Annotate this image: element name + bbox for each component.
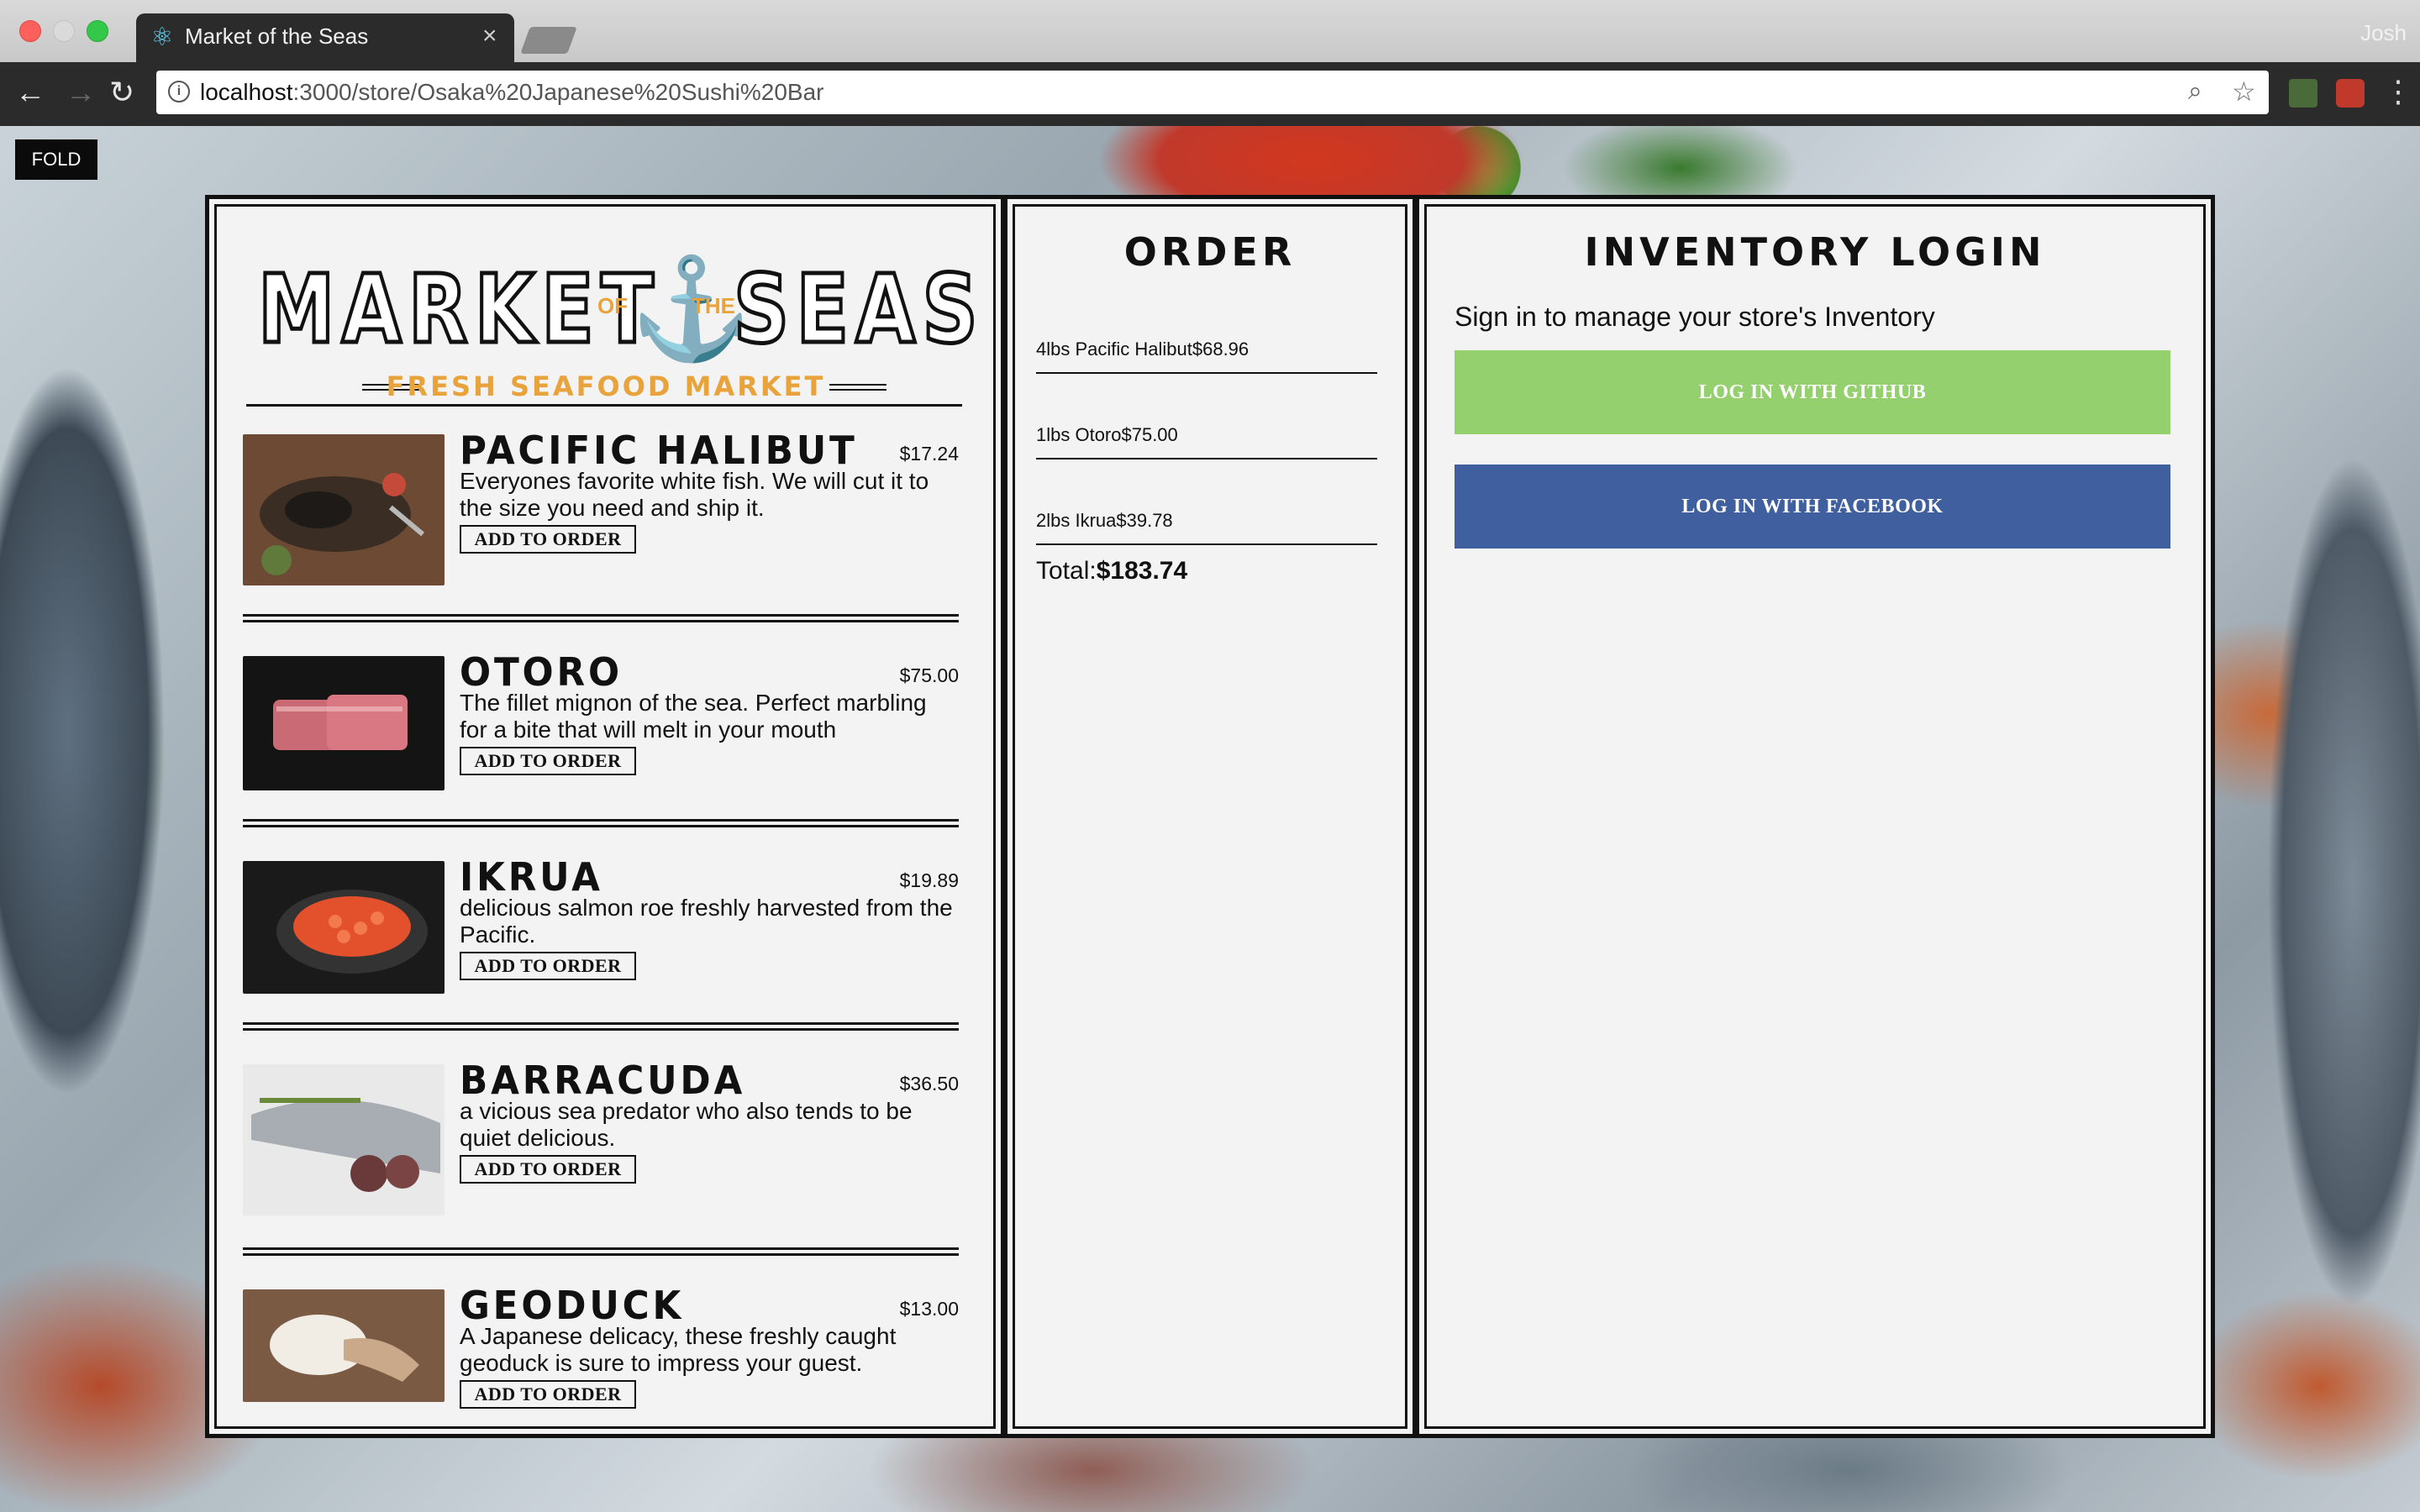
- fish-description: A Japanese delicacy, these freshly caugh…: [460, 1323, 897, 1376]
- tab-close-icon[interactable]: ×: [482, 22, 497, 50]
- inventory-panel: INVENTORY LOGIN Sign in to manage your s…: [1415, 195, 2215, 1438]
- menu-item: IKRUA $19.89 delicious salmon roe freshl…: [243, 854, 959, 994]
- fish-price: $75.00: [899, 664, 959, 686]
- url-text[interactable]: localhost:3000/store/Osaka%20Japanese%20…: [200, 79, 823, 106]
- item-divider: [243, 819, 959, 827]
- new-tab-button[interactable]: [520, 27, 577, 54]
- ikrua-photo: [243, 861, 445, 994]
- url-host: localhost: [200, 79, 293, 105]
- fish-description: Everyones favorite white fish. We will c…: [460, 468, 929, 521]
- maximize-window-button[interactable]: [87, 20, 108, 42]
- logo-the: THE: [692, 293, 735, 318]
- fish-description: The fillet mignon of the sea. Perfect ma…: [460, 690, 927, 743]
- otoro-photo: [243, 656, 445, 790]
- fish-description: a vicious sea predator who also tends to…: [460, 1098, 913, 1151]
- add-to-order-button[interactable]: ADD TO ORDER: [460, 525, 636, 554]
- order-total-value: $183.74: [1096, 557, 1188, 585]
- profile-name[interactable]: Josh: [2360, 20, 2407, 46]
- add-to-order-button[interactable]: ADD TO ORDER: [460, 1380, 636, 1409]
- barracuda-photo: [243, 1064, 445, 1215]
- menu-item: PACIFIC HALIBUT $17.24 Everyones favorit…: [243, 428, 959, 585]
- inventory-subtitle: Sign in to manage your store's Inventory: [1455, 302, 1935, 332]
- fish-price: $19.89: [899, 869, 959, 891]
- inventory-title: INVENTORY LOGIN: [1584, 229, 2046, 275]
- order-panel-border: [1013, 204, 1407, 1429]
- logo-rule-right: [829, 384, 886, 391]
- fish-name: IKRUA: [460, 854, 603, 900]
- menu-item: GEODUCK $13.00 A Japanese delicacy, thes…: [243, 1283, 959, 1409]
- url-path: :3000/store/Osaka%20Japanese%20Sushi%20B…: [292, 79, 824, 105]
- halibut-photo: [243, 434, 445, 585]
- back-arrow-icon[interactable]: ←: [15, 76, 45, 109]
- order-line-item: 1lbs Otoro$75.00: [1036, 409, 1377, 459]
- kebab-menu-icon[interactable]: ⋮: [2383, 74, 2413, 109]
- order-title: ORDER: [1123, 229, 1297, 275]
- order-line-text: 1lbs Otoro$75.00: [1036, 424, 1178, 445]
- order-line-item: 2lbs Ikrua$39.78: [1036, 495, 1377, 545]
- order-total-label: Total:: [1036, 557, 1097, 585]
- extension-icon[interactable]: [2289, 79, 2317, 108]
- add-to-order-button[interactable]: ADD TO ORDER: [460, 952, 636, 980]
- menu-panel: MARKET OF ⚓ THE SEAS FRESH SEAFOOD MARKE…: [205, 195, 1005, 1438]
- fish-description: delicious salmon roe freshly harvested f…: [460, 895, 953, 948]
- geoduck-photo: [243, 1289, 445, 1402]
- login-github-button[interactable]: LOG IN WITH GITHUB: [1455, 350, 2170, 434]
- logo-of: OF: [597, 293, 629, 318]
- react-icon: ⚛: [150, 24, 174, 51]
- order-panel: ORDER 4lbs Pacific Halibut$68.96 1lbs Ot…: [1003, 195, 1417, 1438]
- login-facebook-button[interactable]: LOG IN WITH FACEBOOK: [1455, 465, 2170, 549]
- fold-button[interactable]: FOLD: [15, 139, 97, 180]
- order-line-text: 4lbs Pacific Halibut$68.96: [1036, 339, 1249, 360]
- fish-price: $17.24: [899, 443, 959, 465]
- fish-name: BARRACUDA: [460, 1058, 746, 1103]
- item-divider: [243, 614, 959, 622]
- order-line-text: 2lbs Ikrua$39.78: [1036, 510, 1173, 531]
- tab-title: Market of the Seas: [185, 24, 369, 49]
- extension-avatar-icon[interactable]: [2336, 79, 2365, 108]
- close-window-button[interactable]: [19, 20, 41, 42]
- forward-arrow-icon[interactable]: →: [66, 76, 96, 109]
- item-divider: [243, 1022, 959, 1031]
- minimize-window-button[interactable]: [53, 20, 75, 42]
- order-line-item: 4lbs Pacific Halibut$68.96: [1036, 323, 1377, 374]
- order-total: Total:$183.74: [1036, 557, 1187, 585]
- fish-name: PACIFIC HALIBUT: [460, 428, 858, 473]
- fish-name: GEODUCK: [460, 1283, 685, 1328]
- fish-price: $36.50: [899, 1073, 959, 1095]
- market-logo: MARKET OF ⚓ THE SEAS FRESH SEAFOOD MARKE…: [253, 253, 980, 403]
- bookmark-star-icon[interactable]: ☆: [2232, 76, 2256, 108]
- fish-name: OTORO: [460, 649, 623, 695]
- item-divider: [243, 1247, 959, 1256]
- add-to-order-button[interactable]: ADD TO ORDER: [460, 747, 636, 775]
- logo-divider: [246, 404, 962, 407]
- zoom-icon[interactable]: ⌕: [2188, 77, 2202, 106]
- info-icon[interactable]: i: [168, 81, 190, 102]
- reload-icon[interactable]: ↻: [109, 76, 134, 109]
- menu-item: OTORO $75.00 The fillet mignon of the se…: [243, 649, 959, 790]
- fish-price: $13.00: [899, 1298, 959, 1320]
- logo-word-seas: SEAS: [732, 254, 985, 367]
- menu-item: BARRACUDA $36.50 a vicious sea predator …: [243, 1058, 959, 1215]
- add-to-order-button[interactable]: ADD TO ORDER: [460, 1155, 636, 1184]
